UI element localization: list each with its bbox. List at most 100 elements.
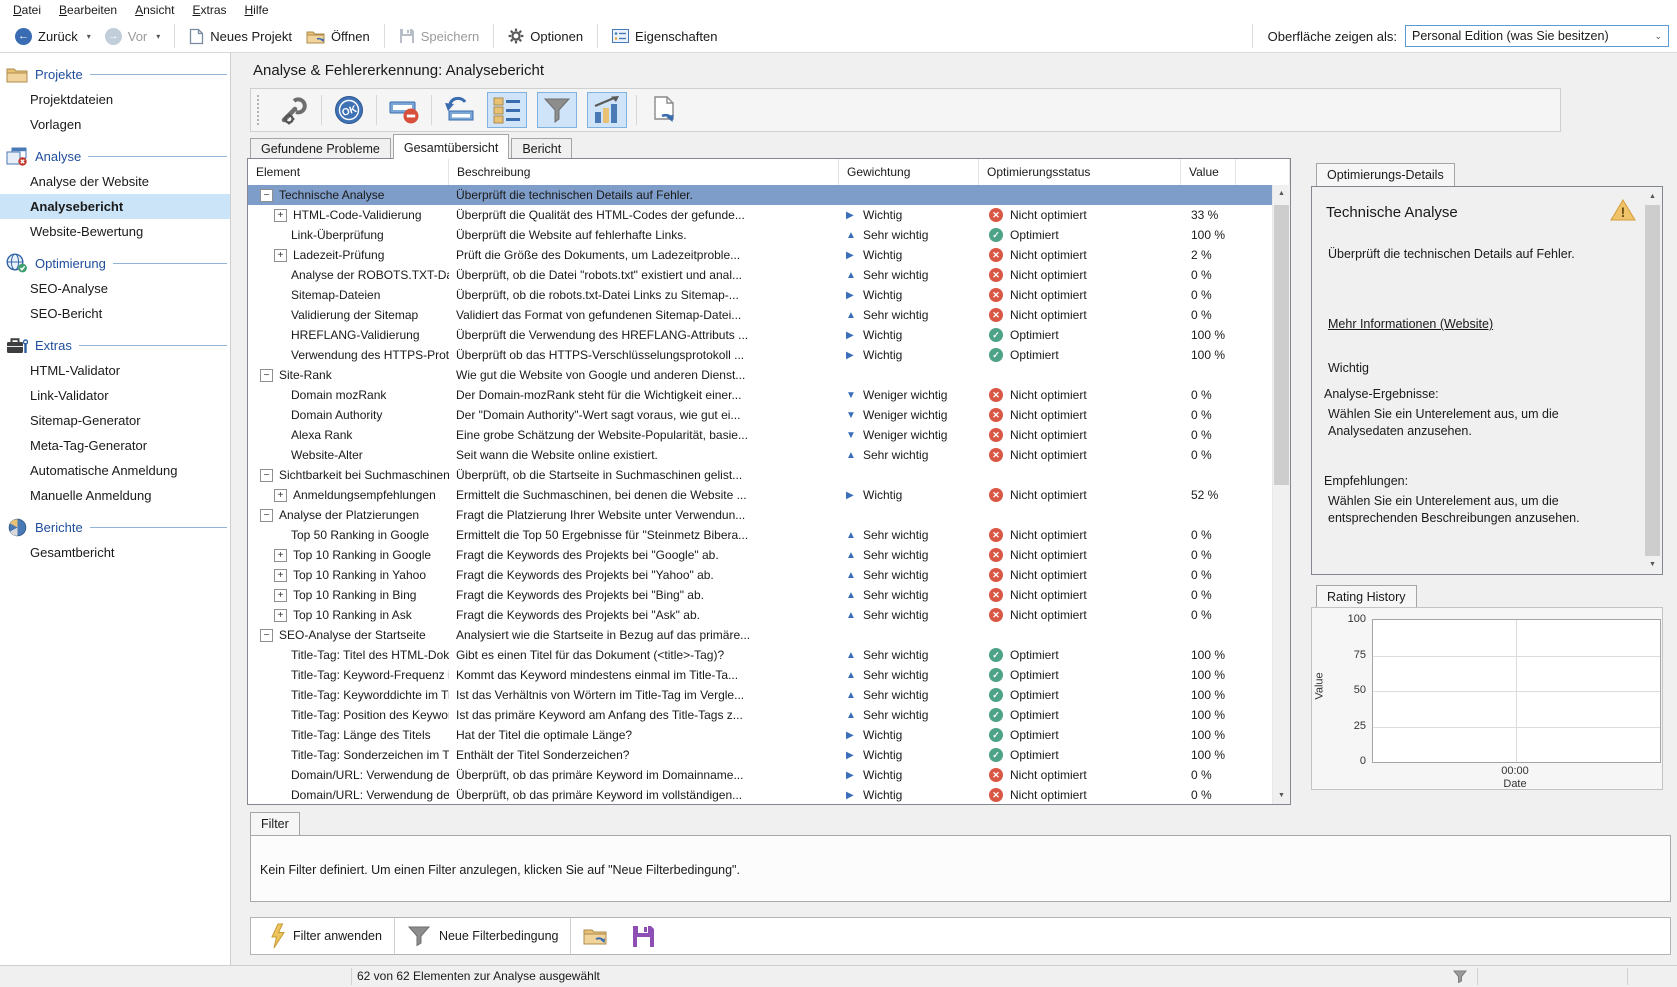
tab-filter[interactable]: Filter xyxy=(250,812,300,835)
table-row[interactable]: Domain AuthorityDer "Domain Authority"-W… xyxy=(248,405,1290,425)
table-row[interactable]: −Analyse der PlatzierungenFragt die Plat… xyxy=(248,505,1290,525)
table-row[interactable]: Link-ÜberprüfungÜberprüft die Website au… xyxy=(248,225,1290,245)
table-scrollbar[interactable]: ▲ ▼ xyxy=(1272,185,1290,804)
open-button[interactable]: Öffnen xyxy=(299,26,377,47)
table-row[interactable]: Title-Tag: Sonderzeichen im TitelEnthält… xyxy=(248,745,1290,765)
forward-button[interactable]: → Vor ▾ xyxy=(98,25,168,48)
restore-element-button[interactable] xyxy=(436,91,482,129)
sidebar-item-vorlagen[interactable]: Vorlagen xyxy=(0,112,230,137)
column-header-element[interactable]: Element xyxy=(248,159,449,185)
sidebar-item-link-validator[interactable]: Link-Validator xyxy=(0,383,230,408)
collapse-toggle-icon[interactable]: − xyxy=(260,629,273,642)
collapse-toggle-icon[interactable]: − xyxy=(260,469,273,482)
sidebar-item-seo-analyse[interactable]: SEO-Analyse xyxy=(0,276,230,301)
tab-rating-history[interactable]: Rating History xyxy=(1316,585,1417,607)
details-scrollbar[interactable]: ▲ ▼ xyxy=(1644,188,1661,573)
tab-optimierungs-details[interactable]: Optimierungs-Details xyxy=(1316,163,1455,186)
save-button[interactable]: Speichern xyxy=(392,25,487,47)
sidebar-item-gesamtbericht[interactable]: Gesamtbericht xyxy=(0,540,230,565)
save-filter-button[interactable] xyxy=(620,918,667,954)
expand-toggle-icon[interactable]: + xyxy=(274,589,287,602)
apply-filter-button[interactable]: Filter anwenden xyxy=(257,918,394,954)
table-row[interactable]: Analyse der ROBOTS.TXT-DateiÜberprüft, o… xyxy=(248,265,1290,285)
sidebar-item-analyse-der-website[interactable]: Analyse der Website xyxy=(0,169,230,194)
table-row[interactable]: Title-Tag: Titel des HTML-DokumentsGibt … xyxy=(248,645,1290,665)
collapse-toggle-icon[interactable]: − xyxy=(260,189,273,202)
sidebar-item-meta-tag-generator[interactable]: Meta-Tag-Generator xyxy=(0,433,230,458)
table-row[interactable]: Verwendung des HTTPS-ProtokollsÜberprüft… xyxy=(248,345,1290,365)
new-filter-condition-button[interactable]: Neue Filterbedingung xyxy=(395,918,571,954)
table-row[interactable]: +Top 10 Ranking in AskFragt die Keywords… xyxy=(248,605,1290,625)
table-row[interactable]: −SEO-Analyse der StartseiteAnalysiert wi… xyxy=(248,625,1290,645)
sidebar-item-sitemap-generator[interactable]: Sitemap-Generator xyxy=(0,408,230,433)
menu-item-ansicht[interactable]: Ansicht xyxy=(126,1,183,19)
menu-item-datei[interactable]: Datei xyxy=(4,1,50,19)
sidebar-item-analysebericht[interactable]: Analysebericht xyxy=(0,194,230,219)
table-row[interactable]: Title-Tag: Länge des TitelsHat der Titel… xyxy=(248,725,1290,745)
scroll-down-icon[interactable]: ▼ xyxy=(1273,787,1290,804)
tab-bericht[interactable]: Bericht xyxy=(511,138,572,158)
table-row[interactable]: Title-Tag: Keyword-Frequenz im TitelKomm… xyxy=(248,665,1290,685)
sidebar-item-projektdateien[interactable]: Projektdateien xyxy=(0,87,230,112)
table-row[interactable]: Domain/URL: Verwendung des Keyword...Übe… xyxy=(248,765,1290,785)
load-filter-button[interactable] xyxy=(571,918,620,954)
filter-toggle-button[interactable] xyxy=(537,92,577,128)
expand-toggle-icon[interactable]: + xyxy=(274,209,287,222)
column-header-beschreibung[interactable]: Beschreibung xyxy=(449,159,839,185)
table-row[interactable]: Sitemap-DateienÜberprüft, ob die robots.… xyxy=(248,285,1290,305)
table-row[interactable]: Title-Tag: Position des Keywords im Tite… xyxy=(248,705,1290,725)
more-information-link[interactable]: Mehr Informationen (Website) xyxy=(1328,317,1493,331)
table-row[interactable]: −Technische AnalyseÜberprüft die technis… xyxy=(248,185,1290,205)
set-ok-button[interactable]: OK xyxy=(326,91,372,129)
scroll-up-icon[interactable]: ▲ xyxy=(1273,185,1290,202)
collapse-toggle-icon[interactable]: − xyxy=(260,369,273,382)
table-row[interactable]: −Site-RankWie gut die Website von Google… xyxy=(248,365,1290,385)
table-row[interactable]: +Top 10 Ranking in GoogleFragt die Keywo… xyxy=(248,545,1290,565)
sidebar-item-manuelle-anmeldung[interactable]: Manuelle Anmeldung xyxy=(0,483,230,508)
table-row[interactable]: Top 50 Ranking in GoogleErmittelt die To… xyxy=(248,525,1290,545)
column-header-value[interactable]: Value xyxy=(1181,159,1236,185)
table-row[interactable]: +HTML-Code-ValidierungÜberprüft die Qual… xyxy=(248,205,1290,225)
expand-toggle-icon[interactable]: + xyxy=(274,249,287,262)
table-row[interactable]: +AnmeldungsempfehlungenErmittelt die Suc… xyxy=(248,485,1290,505)
table-row[interactable]: −Sichtbarkeit bei SuchmaschinenÜberprüft… xyxy=(248,465,1290,485)
collapse-toggle-icon[interactable]: − xyxy=(260,509,273,522)
expand-toggle-icon[interactable]: + xyxy=(274,569,287,582)
tab-gesamtübersicht[interactable]: Gesamtübersicht xyxy=(393,134,509,159)
export-report-button[interactable] xyxy=(641,91,687,129)
new-project-button[interactable]: Neues Projekt xyxy=(182,25,299,48)
sidebar-item-html-validator[interactable]: HTML-Validator xyxy=(0,358,230,383)
table-row[interactable]: Domain mozRankDer Domain-mozRank steht f… xyxy=(248,385,1290,405)
back-button[interactable]: ← Zurück ▾ xyxy=(8,25,98,48)
table-row[interactable]: +Top 10 Ranking in BingFragt die Keyword… xyxy=(248,585,1290,605)
table-row[interactable]: Website-AlterSeit wann die Website onlin… xyxy=(248,445,1290,465)
table-row[interactable]: Alexa RankEine grobe Schätzung der Websi… xyxy=(248,425,1290,445)
menu-item-hilfe[interactable]: Hilfe xyxy=(236,1,278,19)
toolbar-grip[interactable] xyxy=(257,95,263,125)
scroll-up-icon[interactable]: ▲ xyxy=(1644,188,1661,205)
sidebar-item-automatische-anmeldung[interactable]: Automatische Anmeldung xyxy=(0,458,230,483)
table-row[interactable]: Domain/URL: Verwendung des Keyword...Übe… xyxy=(248,785,1290,804)
column-header-optimierungsstatus[interactable]: Optimierungsstatus xyxy=(979,159,1181,185)
expand-toggle-icon[interactable]: + xyxy=(274,489,287,502)
remove-element-button[interactable] xyxy=(381,91,427,129)
table-row[interactable]: HREFLANG-ValidierungÜberprüft die Verwen… xyxy=(248,325,1290,345)
chart-toggle-button[interactable] xyxy=(587,92,627,128)
table-row[interactable]: +Top 10 Ranking in YahooFragt die Keywor… xyxy=(248,565,1290,585)
scrollbar-thumb[interactable] xyxy=(1274,205,1289,485)
expand-toggle-icon[interactable]: + xyxy=(274,609,287,622)
menu-item-extras[interactable]: Extras xyxy=(183,1,235,19)
scrollbar-thumb[interactable] xyxy=(1645,205,1660,556)
table-row[interactable]: Validierung der SitemapValidiert das For… xyxy=(248,305,1290,325)
analysis-settings-button[interactable] xyxy=(271,91,317,129)
expand-toggle-icon[interactable]: + xyxy=(274,549,287,562)
column-header-gewichtung[interactable]: Gewichtung xyxy=(839,159,979,185)
sidebar-item-seo-bericht[interactable]: SEO-Bericht xyxy=(0,301,230,326)
table-row[interactable]: Title-Tag: Keyworddichte im TitelIst das… xyxy=(248,685,1290,705)
ui-mode-select[interactable]: Personal Edition (was Sie besitzen) ⌄ xyxy=(1405,25,1669,47)
menu-item-bearbeiten[interactable]: Bearbeiten xyxy=(50,1,126,19)
list-view-toggle-button[interactable] xyxy=(487,92,527,128)
properties-button[interactable]: Eigenschaften xyxy=(605,26,724,47)
scroll-down-icon[interactable]: ▼ xyxy=(1644,556,1661,573)
tab-gefundene-probleme[interactable]: Gefundene Probleme xyxy=(250,138,391,158)
